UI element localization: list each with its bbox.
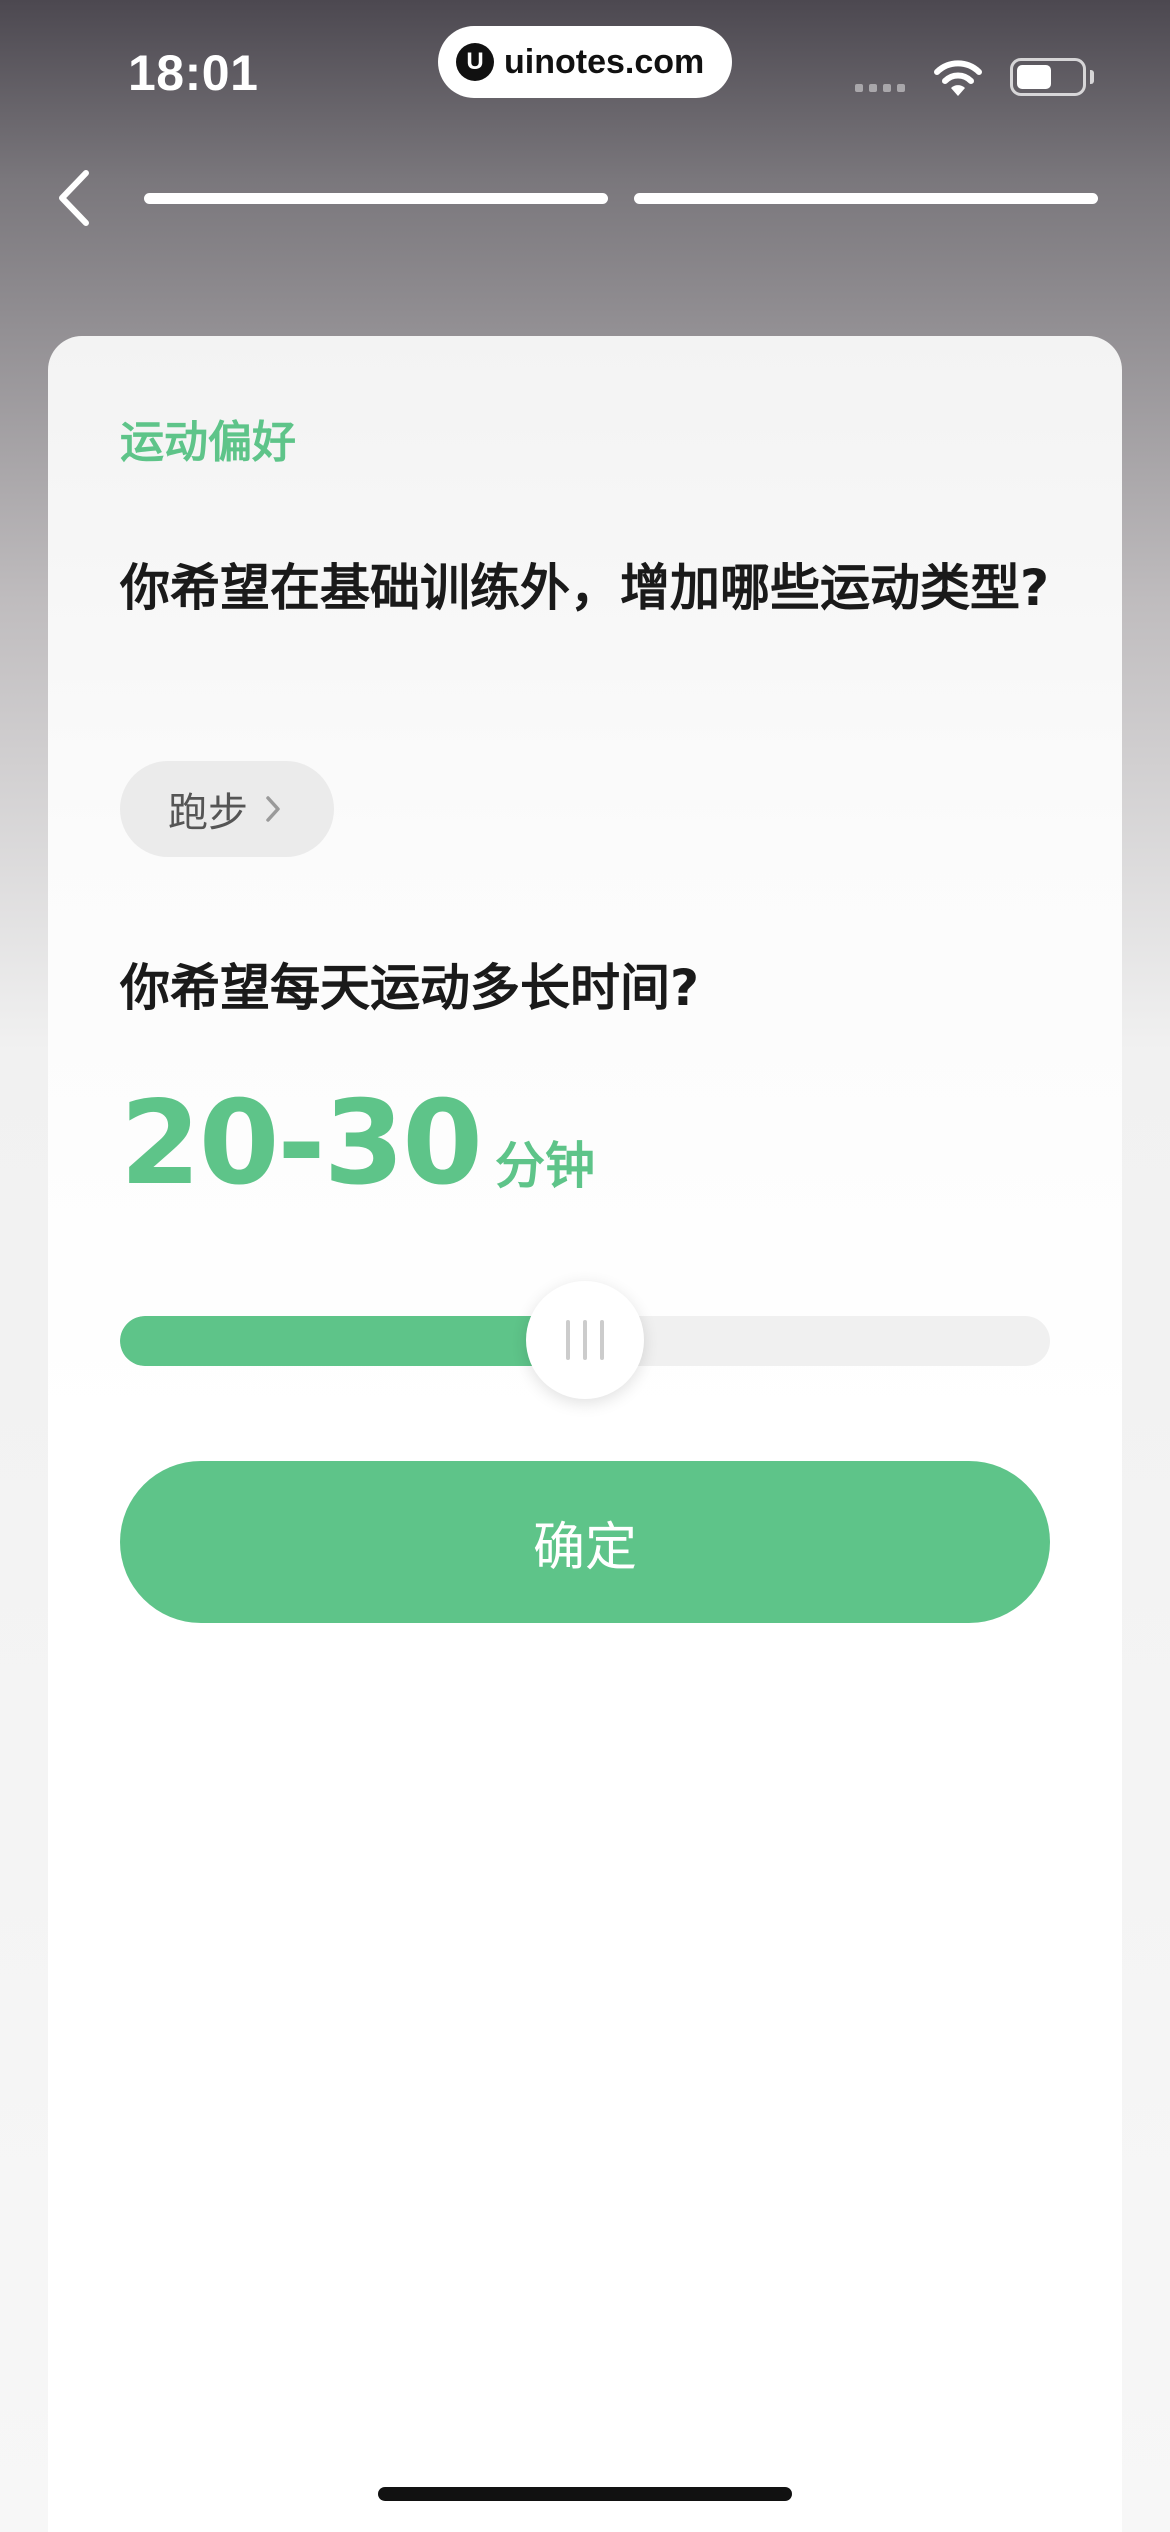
battery-tip — [1090, 70, 1094, 84]
question-duration: 你希望每天运动多长时间? — [120, 959, 700, 1017]
progress-step-1 — [144, 193, 608, 204]
duration-slider-fill — [120, 1316, 585, 1366]
url-badge: U uinotes.com — [438, 26, 732, 98]
confirm-button[interactable]: 确定 — [120, 1461, 1050, 1623]
duration-display: 20-30 分钟 — [120, 1076, 595, 1211]
battery-icon — [1010, 58, 1086, 96]
question-sport-types: 你希望在基础训练外，增加哪些运动类型? — [120, 559, 1050, 617]
chip-label: 跑步 — [168, 790, 248, 836]
status-time: 18:01 — [128, 45, 259, 101]
signal-icon — [855, 84, 905, 92]
home-indicator — [378, 2487, 792, 2501]
chevron-left-icon[interactable] — [50, 165, 100, 231]
status-bar: 18:01 U uinotes.com — [0, 0, 1170, 150]
duration-unit: 分钟 — [495, 1137, 595, 1195]
duration-value: 20-30 — [120, 1076, 483, 1211]
section-label: 运动偏好 — [120, 417, 296, 468]
duration-slider-thumb[interactable] — [526, 1281, 644, 1399]
sport-type-chip[interactable]: 跑步 — [120, 761, 334, 857]
preference-card: 运动偏好 你希望在基础训练外，增加哪些运动类型? 跑步 你希望每天运动多长时间?… — [48, 336, 1122, 2532]
url-text: uinotes.com — [504, 42, 705, 81]
uinotes-logo-icon: U — [456, 43, 494, 81]
confirm-button-label: 确定 — [532, 1517, 637, 1578]
wifi-icon — [934, 60, 982, 96]
chevron-right-icon — [266, 796, 280, 822]
progress-step-2 — [634, 193, 1098, 204]
